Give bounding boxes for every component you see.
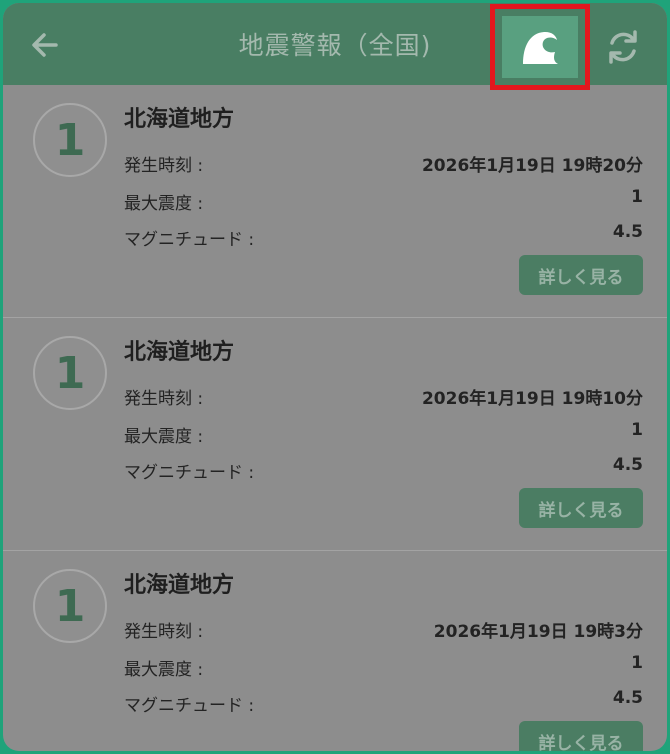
tsunami-button[interactable] [502,16,578,78]
max-intensity-label: 最大震度 : [124,660,204,680]
region-name: 北海道地方 [124,340,235,365]
earthquake-card: 1 北海道地方 発生時刻 : 2026年1月19日 19時20分 最大震度 : … [3,85,667,317]
max-intensity-value: 1 [631,420,643,440]
intensity-badge: 1 [33,103,107,177]
magnitude-label: マグニチュード : [124,463,255,483]
max-intensity-label: 最大震度 : [124,427,204,447]
magnitude-value: 4.5 [612,222,643,242]
refresh-icon [609,30,637,64]
refresh-button[interactable] [599,23,647,71]
magnitude-value: 4.5 [612,455,643,475]
earthquake-card: 1 北海道地方 発生時刻 : 2026年1月19日 19時3分 最大震度 : 1… [3,550,667,751]
time-value: 2026年1月19日 19時10分 [421,389,643,409]
region-name: 北海道地方 [124,107,235,132]
max-intensity-value: 1 [631,187,643,207]
max-intensity-label: 最大震度 : [124,194,204,214]
magnitude-label: マグニチュード : [124,696,255,716]
intensity-badge: 1 [33,569,107,643]
earthquake-list: 1 北海道地方 発生時刻 : 2026年1月19日 19時20分 最大震度 : … [3,85,667,751]
intensity-badge: 1 [33,336,107,410]
details-button[interactable]: 詳しく見る [519,721,643,751]
time-label: 発生時刻 : [124,622,204,642]
wave-icon [523,31,558,64]
details-button[interactable]: 詳しく見る [519,488,643,528]
details-button[interactable]: 詳しく見る [519,255,643,295]
time-value: 2026年1月19日 19時20分 [421,156,643,176]
app-frame: 地震警報（全国) 1 北海道地方 発生時刻 : 2026年1月19日 19時20… [3,3,667,751]
time-value: 2026年1月19日 19時3分 [433,622,643,642]
max-intensity-value: 1 [631,653,643,673]
magnitude-label: マグニチュード : [124,230,255,250]
time-label: 発生時刻 : [124,389,204,409]
time-label: 発生時刻 : [124,156,204,176]
region-name: 北海道地方 [124,573,235,598]
app-header: 地震警報（全国) [3,3,667,90]
earthquake-card: 1 北海道地方 発生時刻 : 2026年1月19日 19時10分 最大震度 : … [3,317,667,550]
magnitude-value: 4.5 [612,688,643,708]
